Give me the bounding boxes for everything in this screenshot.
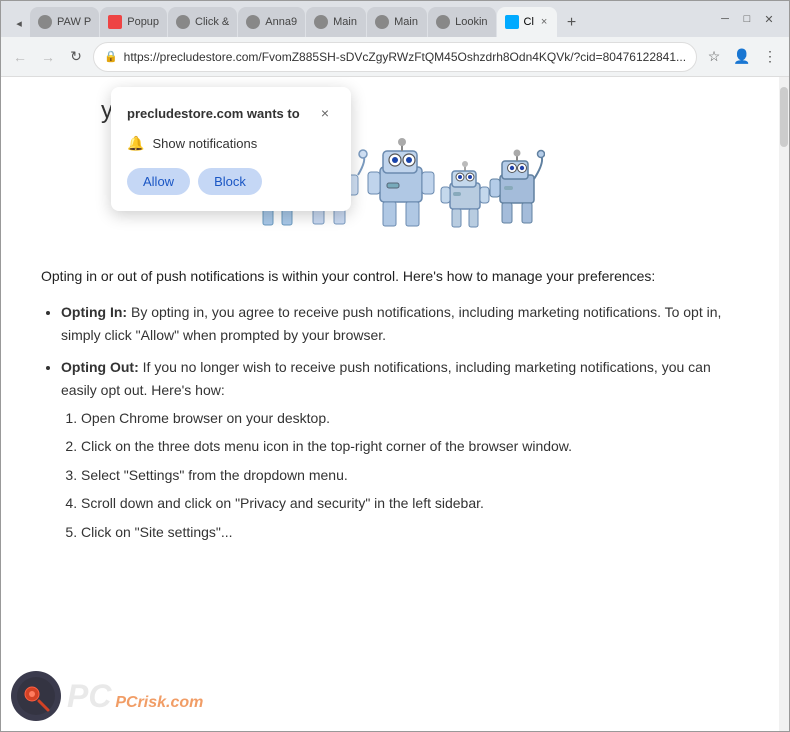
main-list: Opting In: By opting in, you agree to re…: [61, 301, 749, 543]
popup-title: precludestore.com wants to: [127, 106, 300, 121]
tab-active[interactable]: Cl ×: [497, 7, 557, 37]
back-button[interactable]: ←: [9, 43, 31, 71]
tab-scroll-left[interactable]: ◂: [9, 9, 29, 37]
tab-favicon-popup: [108, 15, 122, 29]
tab-close-button[interactable]: ×: [541, 16, 547, 28]
close-window-button[interactable]: ✕: [761, 11, 777, 27]
opt-out-term: Opting Out:: [61, 359, 139, 375]
tab-favicon-paw: [38, 15, 52, 29]
tab-strip: ◂ PAW P Popup Click & Anna9 Main: [9, 1, 713, 37]
tab-favicon-looking: [436, 15, 450, 29]
bell-icon: 🔔: [127, 135, 144, 152]
new-tab-button[interactable]: +: [558, 9, 586, 37]
vertical-scrollbar[interactable]: [779, 77, 789, 731]
tab-label-anna: Anna9: [265, 16, 297, 28]
pcrisk-pc-text: PC: [67, 678, 111, 714]
pcrisk-logo-svg: [16, 676, 56, 716]
toolbar: ← → ↻ 🔒 https://precludestore.com/FvomZ8…: [1, 37, 789, 77]
popup-buttons: Allow Block: [127, 168, 335, 195]
allow-button[interactable]: Allow: [127, 168, 190, 195]
pcrisk-brand: PC PCrisk.com: [67, 678, 203, 715]
lock-icon: 🔒: [104, 50, 118, 63]
refresh-button[interactable]: ↻: [65, 43, 87, 71]
list-item-opt-in: Opting In: By opting in, you agree to re…: [61, 301, 749, 346]
tab-paw[interactable]: PAW P: [30, 7, 99, 37]
page-content: precludestore.com wants to × 🔔 Show noti…: [1, 77, 789, 731]
pcrisk-watermark: PC PCrisk.com: [11, 671, 203, 721]
url-text: https://precludestore.com/FvomZ885SH-sDV…: [124, 50, 686, 64]
tab-click[interactable]: Click &: [168, 7, 237, 37]
chrome-menu-button[interactable]: ⋮: [759, 43, 781, 71]
tab-favicon-main1: [314, 15, 328, 29]
tab-favicon-active: [505, 15, 519, 29]
sub-steps-list: Open Chrome browser on your desktop. Cli…: [81, 407, 749, 543]
step-5: Click on "Site settings"...: [81, 521, 749, 543]
notification-popup: precludestore.com wants to × 🔔 Show noti…: [111, 87, 351, 211]
tab-label-paw: PAW P: [57, 16, 91, 28]
pcrisk-logo: [11, 671, 61, 721]
tab-label-looking: Lookin: [455, 16, 487, 28]
tab-label-popup: Popup: [127, 16, 159, 28]
tab-label-click: Click &: [195, 16, 229, 28]
tab-anna[interactable]: Anna9: [238, 7, 305, 37]
step-1: Open Chrome browser on your desktop.: [81, 407, 749, 429]
popup-close-button[interactable]: ×: [315, 103, 335, 123]
tab-looking[interactable]: Lookin: [428, 7, 495, 37]
tab-favicon-anna: [246, 15, 260, 29]
scrollbar-thumb[interactable]: [780, 87, 788, 147]
popup-header: precludestore.com wants to ×: [127, 103, 335, 123]
block-button[interactable]: Block: [198, 168, 262, 195]
window-controls: ─ □ ✕: [717, 11, 781, 27]
step-3: Select "Settings" from the dropdown menu…: [81, 464, 749, 486]
tab-popup[interactable]: Popup: [100, 7, 167, 37]
opt-in-desc: By opting in, you agree to receive push …: [61, 304, 721, 342]
address-bar[interactable]: 🔒 https://precludestore.com/FvomZ885SH-s…: [93, 42, 697, 72]
forward-button[interactable]: →: [37, 43, 59, 71]
tab-favicon-main2: [375, 15, 389, 29]
profile-button[interactable]: 👤: [731, 43, 753, 71]
popup-notification-row: 🔔 Show notifications: [127, 135, 335, 152]
step-4: Scroll down and click on "Privacy and se…: [81, 492, 749, 514]
bookmark-button[interactable]: ☆: [703, 43, 725, 71]
title-bar: ◂ PAW P Popup Click & Anna9 Main: [1, 1, 789, 37]
browser-window: ◂ PAW P Popup Click & Anna9 Main: [0, 0, 790, 732]
minimize-button[interactable]: ─: [717, 11, 733, 27]
step-2: Click on the three dots menu icon in the…: [81, 435, 749, 457]
tab-main1[interactable]: Main: [306, 7, 366, 37]
tab-label-main2: Main: [394, 16, 418, 28]
tab-label-active: Cl: [524, 16, 534, 28]
opt-in-term: Opting In:: [61, 304, 127, 320]
popup-notification-text: Show notifications: [152, 136, 257, 151]
list-item-opt-out: Opting Out: If you no longer wish to rec…: [61, 356, 749, 543]
opt-out-desc: If you no longer wish to receive push no…: [61, 359, 711, 397]
pcrisk-domain-text: PCrisk.com: [115, 694, 203, 711]
tab-favicon-click: [176, 15, 190, 29]
intro-text: Opting in or out of push notifications i…: [41, 265, 749, 287]
tab-main2[interactable]: Main: [367, 7, 427, 37]
tab-label-main1: Main: [333, 16, 357, 28]
maximize-button[interactable]: □: [739, 11, 755, 27]
